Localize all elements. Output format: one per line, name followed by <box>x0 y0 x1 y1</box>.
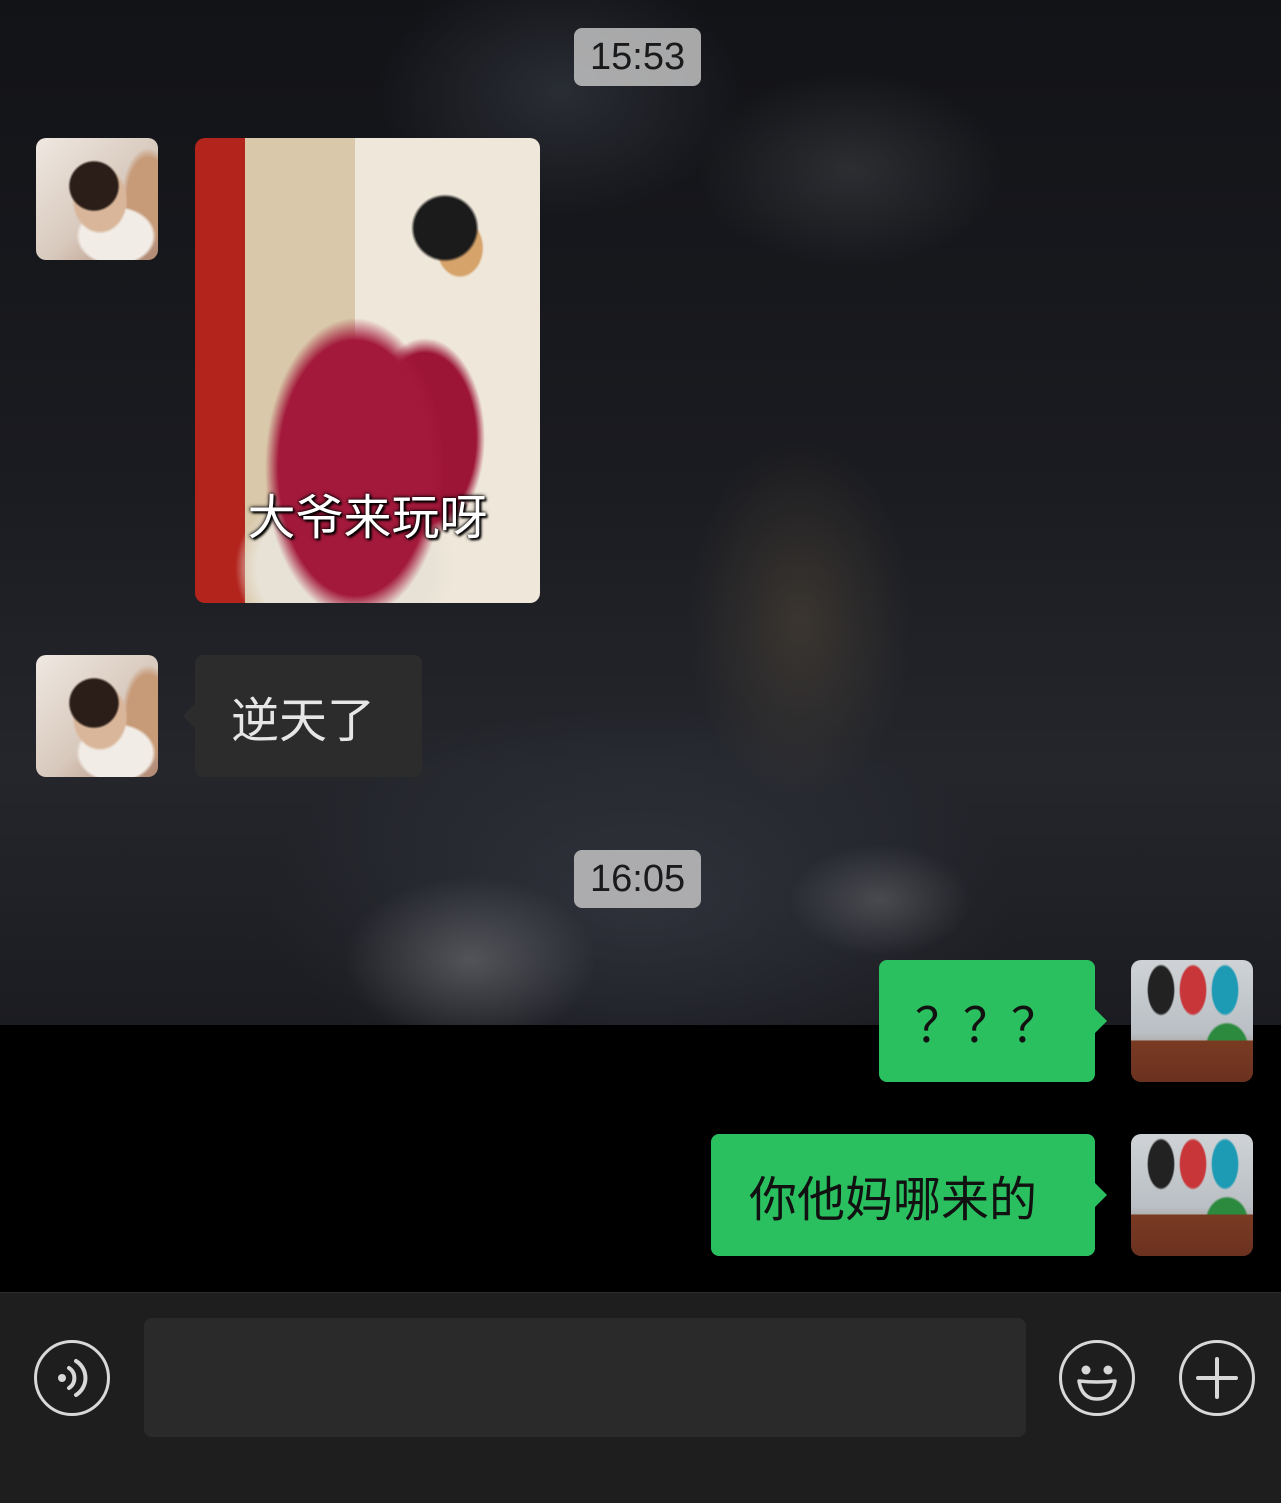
incoming-message-bubble[interactable]: 逆天了 <box>183 655 422 777</box>
image-message[interactable]: 大爷来玩呀 <box>195 138 540 603</box>
my-avatar[interactable] <box>1131 960 1253 1082</box>
my-avatar[interactable] <box>1131 1134 1253 1256</box>
voice-icon <box>58 1359 88 1397</box>
outgoing-message-bubble[interactable]: ？？？ <box>879 960 1107 1082</box>
image-caption: 大爷来玩呀 <box>247 490 488 546</box>
friend-avatar[interactable] <box>36 138 158 260</box>
message-text: 你他妈哪来的 <box>749 1172 1038 1228</box>
message-text: 逆天了 <box>231 693 376 749</box>
voice-input-button[interactable] <box>34 1340 110 1416</box>
timestamp-label: 16:05 <box>574 850 702 908</box>
friend-avatar[interactable] <box>36 655 158 777</box>
more-options-button[interactable] <box>1179 1340 1255 1416</box>
timestamp-label: 15:53 <box>574 28 702 86</box>
message-text: ？？？ <box>915 998 1060 1054</box>
message-input[interactable] <box>144 1318 1026 1437</box>
plus-icon <box>1196 1357 1238 1399</box>
emoji-button[interactable] <box>1059 1340 1135 1416</box>
chat-input-bar <box>0 1292 1281 1503</box>
chat-screen: 15:53 大爷来玩呀 逆天了 16:05 ？？？ 你他妈哪来的 <box>0 0 1281 1503</box>
outgoing-message-bubble[interactable]: 你他妈哪来的 <box>711 1134 1107 1256</box>
emoji-icon <box>1077 1365 1117 1401</box>
